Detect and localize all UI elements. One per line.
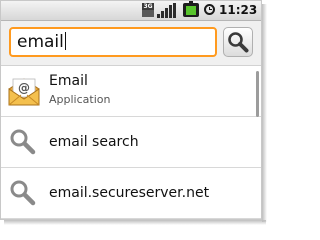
svg-text:@: @ [18, 81, 30, 95]
search-icon [10, 180, 36, 206]
battery-icon [183, 1, 199, 17]
email-app-icon: @ [8, 78, 40, 106]
status-bar: 3G 11:23 PM [1, 1, 261, 21]
network-label: 3G [142, 3, 154, 10]
frame-shadow-right [262, 4, 267, 222]
suggestion-email-search[interactable]: email search [1, 117, 261, 168]
suggestion-title: email.secureserver.net [49, 185, 210, 201]
alarm-clock-icon [204, 4, 215, 15]
suggestion-email-secureserver[interactable]: email.secureserver.net [1, 168, 261, 219]
text-cursor [64, 32, 66, 50]
search-button[interactable] [223, 27, 253, 57]
signal-strength-icon [157, 3, 177, 18]
status-time: 11:23 PM [219, 3, 261, 17]
phone-screen: 3G 11:23 PM email @ [0, 0, 262, 220]
search-icon [228, 32, 249, 53]
network-3g-icon: 3G [142, 3, 154, 17]
search-icon [10, 129, 36, 155]
suggestion-subtitle: Application [49, 93, 111, 106]
search-input[interactable]: email [9, 27, 217, 57]
list-scrollbar[interactable] [256, 71, 259, 117]
suggestion-title: Email [49, 73, 88, 89]
suggestion-title: email search [49, 134, 139, 150]
suggestion-list: @ Email Application email search email.s… [1, 66, 261, 219]
search-bar: email [1, 21, 261, 66]
search-query: email [17, 32, 64, 52]
frame-shadow-bottom [4, 220, 266, 225]
suggestion-email-app[interactable]: @ Email Application [1, 66, 261, 117]
